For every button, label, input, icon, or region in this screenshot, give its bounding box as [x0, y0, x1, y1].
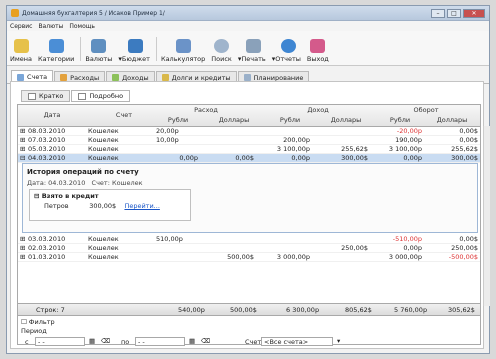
minimize-button[interactable]: – — [431, 8, 445, 18]
expenses-tab-icon — [60, 74, 68, 81]
filter-toggle[interactable]: ☐ Фильтр — [21, 318, 55, 326]
expand-icon[interactable]: ⊞ — [20, 145, 25, 153]
exit-icon — [310, 39, 326, 53]
subtab-detailed[interactable]: Подробно — [71, 90, 131, 102]
income-tab-icon — [112, 74, 120, 81]
account-filter-label: Счет — [245, 338, 262, 346]
vertical-scrollbar[interactable] — [483, 126, 490, 306]
table-row[interactable]: ⊞ 07.03.2010 Кошелек 10,00р 200,00р 190,… — [18, 136, 480, 145]
table-row[interactable]: ⊞ 05.03.2010 Кошелек 3 100,00р 255,62$ 3… — [18, 145, 480, 154]
col-expense[interactable]: Расход — [150, 106, 262, 114]
expand-icon[interactable]: ⊞ — [20, 127, 25, 135]
print-button[interactable]: Печать — [241, 39, 266, 63]
reports-icon — [280, 39, 296, 53]
currencies-icon — [91, 39, 107, 53]
expand-icon[interactable]: ⊞ — [20, 136, 25, 144]
date-from-input[interactable]: - - — [35, 337, 85, 346]
account-filter-dropdown-icon[interactable]: ▾ — [337, 337, 340, 345]
search-icon — [214, 39, 230, 53]
table-row[interactable]: ⊞ 03.03.2010 Кошелек 510,00р -510,00р 0,… — [18, 235, 480, 244]
table-header: Дата Счет Расход Рубли Доллары Доход Руб… — [18, 105, 480, 127]
menu-help[interactable]: Помощь — [69, 23, 95, 30]
col-turnover[interactable]: Оборот — [374, 106, 478, 114]
col-expense-usd[interactable]: Доллары — [206, 116, 262, 124]
categories-icon — [48, 39, 64, 53]
brief-view-icon — [28, 92, 36, 100]
from-label: с — [25, 338, 29, 346]
detailed-view-icon — [78, 92, 87, 100]
total-turnover-rub: 5 760,00р — [394, 306, 428, 314]
history-title: История операций по счету — [27, 168, 139, 176]
history-subtitle: Дата: 04.03.2010 Счет: Кошелек — [27, 179, 143, 187]
expand-icon[interactable]: ⊞ — [20, 253, 25, 261]
totals-row: Строк: 7 540,00р 500,00$ 6 300,00р 805,6… — [17, 303, 481, 316]
expand-icon[interactable]: ⊞ — [20, 235, 25, 243]
close-button[interactable]: ✕ — [463, 8, 485, 18]
table-row[interactable]: ⊞ 02.03.2010 Кошелек 250,00$ 0,00р 250,0… — [18, 244, 480, 253]
credit-person: Петров — [44, 202, 69, 210]
names-button[interactable]: Имена — [10, 39, 32, 63]
accounts-panel: Кратко Подробно Дата Счет Расход Рубли Д… — [10, 81, 490, 349]
table-row[interactable]: ⊞ 08.03.2010 Кошелек 20,00р -20,00р 0,00… — [18, 127, 480, 136]
period-label: Период — [21, 327, 47, 335]
expand-icon[interactable]: ⊞ — [20, 244, 25, 252]
credit-entry: Петров 300,00$ Перейти... — [44, 202, 160, 210]
reports-button[interactable]: Отчеты — [275, 39, 301, 63]
currencies-button[interactable]: Валюты — [85, 39, 112, 63]
clear-to-icon[interactable]: ⌫ — [201, 337, 210, 345]
total-turnover-usd: 305,62$ — [448, 306, 475, 314]
app-icon — [11, 9, 19, 17]
names-icon — [13, 39, 29, 53]
table-row-selected[interactable]: ⊟ 04.03.2010 Кошелек 0,00р 0,00$ 0,00р 3… — [18, 154, 480, 163]
col-turnover-rub[interactable]: Рубли — [374, 116, 426, 124]
search-button[interactable]: Поиск — [211, 39, 232, 63]
total-income-usd: 805,62$ — [345, 306, 372, 314]
title-bar: Домашняя бухгалтерия 5 / Исаков Пример 1… — [7, 6, 489, 21]
total-expense-usd: 500,00$ — [230, 306, 257, 314]
menu-currencies[interactable]: Валюты — [38, 23, 63, 30]
calendar-to-icon[interactable]: ▦ — [189, 337, 195, 345]
total-expense-rub: 540,00р — [178, 306, 205, 314]
window-title: Домашняя бухгалтерия 5 / Исаков Пример 1… — [22, 9, 165, 17]
table-row[interactable]: ⊞ 01.03.2010 Кошелек 500,00$ 3 000,00р 3… — [18, 253, 480, 262]
goto-link[interactable]: Перейти... — [124, 202, 159, 210]
debts-tab-icon — [161, 74, 169, 81]
col-date[interactable]: Дата — [32, 111, 72, 119]
collapse-icon[interactable]: ⊟ — [20, 154, 25, 162]
calculator-icon — [175, 39, 191, 53]
menu-bar: Сервис Валюты Помощь — [7, 21, 489, 31]
col-income-usd[interactable]: Доллары — [318, 116, 374, 124]
accounts-tab-icon — [17, 73, 24, 81]
total-income-rub: 6 300,00р — [286, 306, 320, 314]
toolbar: Имена Категории Валюты ▾ Бюджет Калькуля… — [7, 31, 489, 66]
maximize-button[interactable]: □ — [447, 8, 461, 18]
col-account[interactable]: Счет — [104, 111, 144, 119]
to-label: по — [121, 338, 130, 346]
calculator-button[interactable]: Калькулятор — [161, 39, 205, 63]
date-to-input[interactable]: - - — [135, 337, 185, 346]
menu-service[interactable]: Сервис — [10, 23, 32, 30]
clear-from-icon[interactable]: ⌫ — [101, 337, 110, 345]
categories-button[interactable]: Категории — [38, 39, 74, 63]
credit-group-header[interactable]: ⊟ Взято в кредит — [34, 192, 99, 200]
credit-group: ⊟ Взято в кредит Петров 300,00$ Перейти.… — [29, 189, 191, 221]
exit-button[interactable]: Выход — [307, 39, 329, 63]
col-income-rub[interactable]: Рубли — [262, 116, 318, 124]
operation-history-panel: История операций по счету Дата: 04.03.20… — [22, 163, 478, 233]
account-filter-select[interactable]: <Все счета> — [261, 337, 333, 346]
calendar-from-icon[interactable]: ▦ — [89, 337, 95, 345]
view-subtabs: Кратко Подробно — [11, 82, 483, 102]
budget-button[interactable]: Бюджет — [122, 39, 150, 63]
printer-icon — [246, 39, 262, 53]
rows-count: Строк: 7 — [36, 306, 65, 314]
col-turnover-usd[interactable]: Доллары — [426, 116, 478, 124]
subtab-brief[interactable]: Кратко — [21, 90, 71, 102]
col-income[interactable]: Доход — [262, 106, 374, 114]
planning-tab-icon — [243, 74, 251, 81]
credit-amount: 300,00$ — [89, 202, 117, 210]
budget-icon — [128, 39, 144, 53]
col-expense-rub[interactable]: Рубли — [150, 116, 206, 124]
